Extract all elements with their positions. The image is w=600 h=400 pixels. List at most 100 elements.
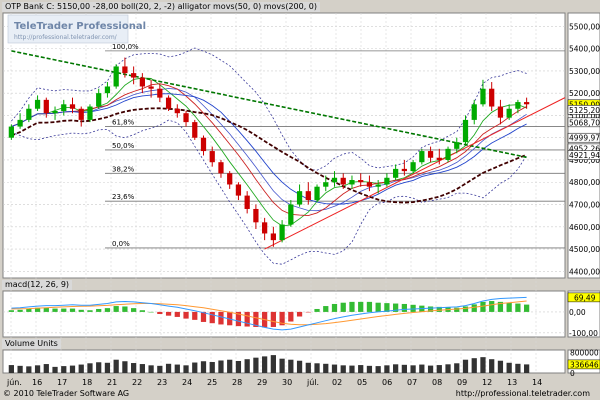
volume-bar: [139, 364, 145, 373]
x-tick-label: 16: [32, 378, 42, 387]
candle-body: [323, 182, 329, 187]
volume-bar: [279, 358, 285, 373]
candle-body: [209, 151, 215, 163]
macd-histogram-bar: [61, 308, 67, 312]
price-value-label: 4999,97: [569, 134, 600, 143]
candle-body: [122, 66, 128, 74]
macd-histogram-bar: [375, 302, 381, 312]
volume-value-label: 336646: [570, 360, 599, 369]
volume-bar: [462, 359, 469, 373]
macd-histogram-bar: [323, 306, 329, 312]
candle-body: [489, 88, 495, 107]
candle-body: [34, 99, 41, 109]
candle-body: [192, 122, 198, 138]
x-tick-label: 23: [157, 378, 167, 387]
candle-body: [113, 66, 119, 87]
volume-bar: [113, 359, 119, 373]
candle-body: [471, 104, 477, 120]
volume-bar: [8, 365, 14, 373]
candle-body: [69, 104, 76, 109]
macd-histogram-bar: [87, 310, 93, 312]
fibonacci-label: 23,6%: [112, 193, 135, 201]
macd-histogram-bar: [131, 308, 137, 312]
x-tick-label: 17: [57, 378, 67, 387]
footer-url[interactable]: http://professional.teletrader.com: [456, 388, 590, 400]
volume-bar: [131, 363, 137, 373]
volume-bar: [52, 366, 58, 373]
candle-body: [314, 186, 320, 201]
volume-bar: [122, 361, 128, 373]
macd-histogram-bar: [340, 302, 346, 312]
candle-body: [43, 99, 49, 114]
price-value-label: 4921,94: [569, 151, 600, 160]
volume-y-tick-label: 0: [570, 369, 575, 378]
volume-bar: [78, 364, 84, 373]
fibonacci-label: 100,0%: [112, 43, 139, 51]
price-y-tick-label: 4700,00: [569, 201, 600, 210]
volume-bar: [410, 365, 416, 373]
volume-bar: [69, 365, 76, 373]
candle-body: [340, 177, 346, 185]
volume-bar: [358, 365, 364, 373]
macd-histogram-bar: [209, 311, 215, 324]
fibonacci-label: 50,0%: [112, 142, 135, 150]
footer-bar: © 2010 TeleTrader Software AG http://pro…: [0, 388, 600, 400]
macd-histogram-bar: [43, 307, 49, 312]
volume-bar: [340, 365, 346, 373]
volume-bar: [43, 364, 49, 373]
candle-body: [419, 151, 425, 163]
candle-body: [480, 88, 486, 105]
copyright-text: © 2010 TeleTrader Software AG: [3, 389, 130, 398]
volume-bar: [366, 365, 373, 373]
candle-body: [17, 119, 23, 127]
volume-bar: [305, 362, 311, 373]
volume-bar: [524, 364, 530, 373]
candle-body: [157, 88, 163, 98]
macd-histogram-bar: [489, 301, 495, 312]
x-tick-label: 02: [332, 378, 342, 387]
volume-bar: [200, 361, 207, 373]
candle-body: [165, 97, 172, 109]
x-tick-label: 09: [457, 378, 467, 387]
volume-bar: [235, 360, 242, 373]
volume-bar: [244, 359, 250, 373]
watermark-subtitle: http://professional.teletrader.com/: [14, 34, 118, 41]
price-value-label: 5068,70: [569, 118, 600, 127]
x-tick-label: 18: [82, 378, 92, 387]
candle-body: [288, 204, 294, 225]
price-y-tick-label: 5500,00: [569, 22, 600, 31]
x-tick-label: 25: [207, 378, 217, 387]
macd-histogram-bar: [454, 307, 460, 312]
macd-histogram-bar: [314, 308, 320, 312]
candle-body: [61, 104, 67, 111]
macd-histogram-bar: [270, 311, 276, 327]
candle-body: [200, 137, 207, 152]
volume-bar: [148, 365, 154, 373]
x-tick-label: 22: [132, 378, 142, 387]
macd-histogram-bar: [183, 311, 189, 319]
candle-body: [349, 180, 355, 185]
price-y-tick-label: 5400,00: [569, 45, 600, 54]
macd-histogram-bar: [8, 310, 14, 312]
volume-bar: [296, 360, 303, 373]
candle-body: [183, 113, 189, 123]
macd-y-tick-label: 0,00: [569, 308, 586, 317]
macd-histogram-bar: [524, 304, 530, 312]
macd-histogram-bar: [480, 301, 486, 312]
x-tick-label: 28: [232, 378, 242, 387]
candle-body: [524, 102, 530, 105]
x-tick-label: 12: [482, 378, 492, 387]
candle-body: [227, 173, 233, 185]
candle-body: [305, 191, 311, 201]
x-tick-label: 14: [532, 378, 542, 387]
volume-bar: [104, 362, 111, 373]
volume-bar: [174, 364, 180, 373]
x-tick-label: 08: [432, 378, 442, 387]
volume-bar: [454, 363, 460, 373]
volume-bar: [270, 355, 276, 373]
macd-histogram-bar: [288, 311, 294, 322]
candle-body: [358, 180, 364, 183]
x-tick-label: 07: [407, 378, 417, 387]
candle-body: [244, 195, 250, 209]
macd-histogram-bar: [515, 303, 521, 312]
